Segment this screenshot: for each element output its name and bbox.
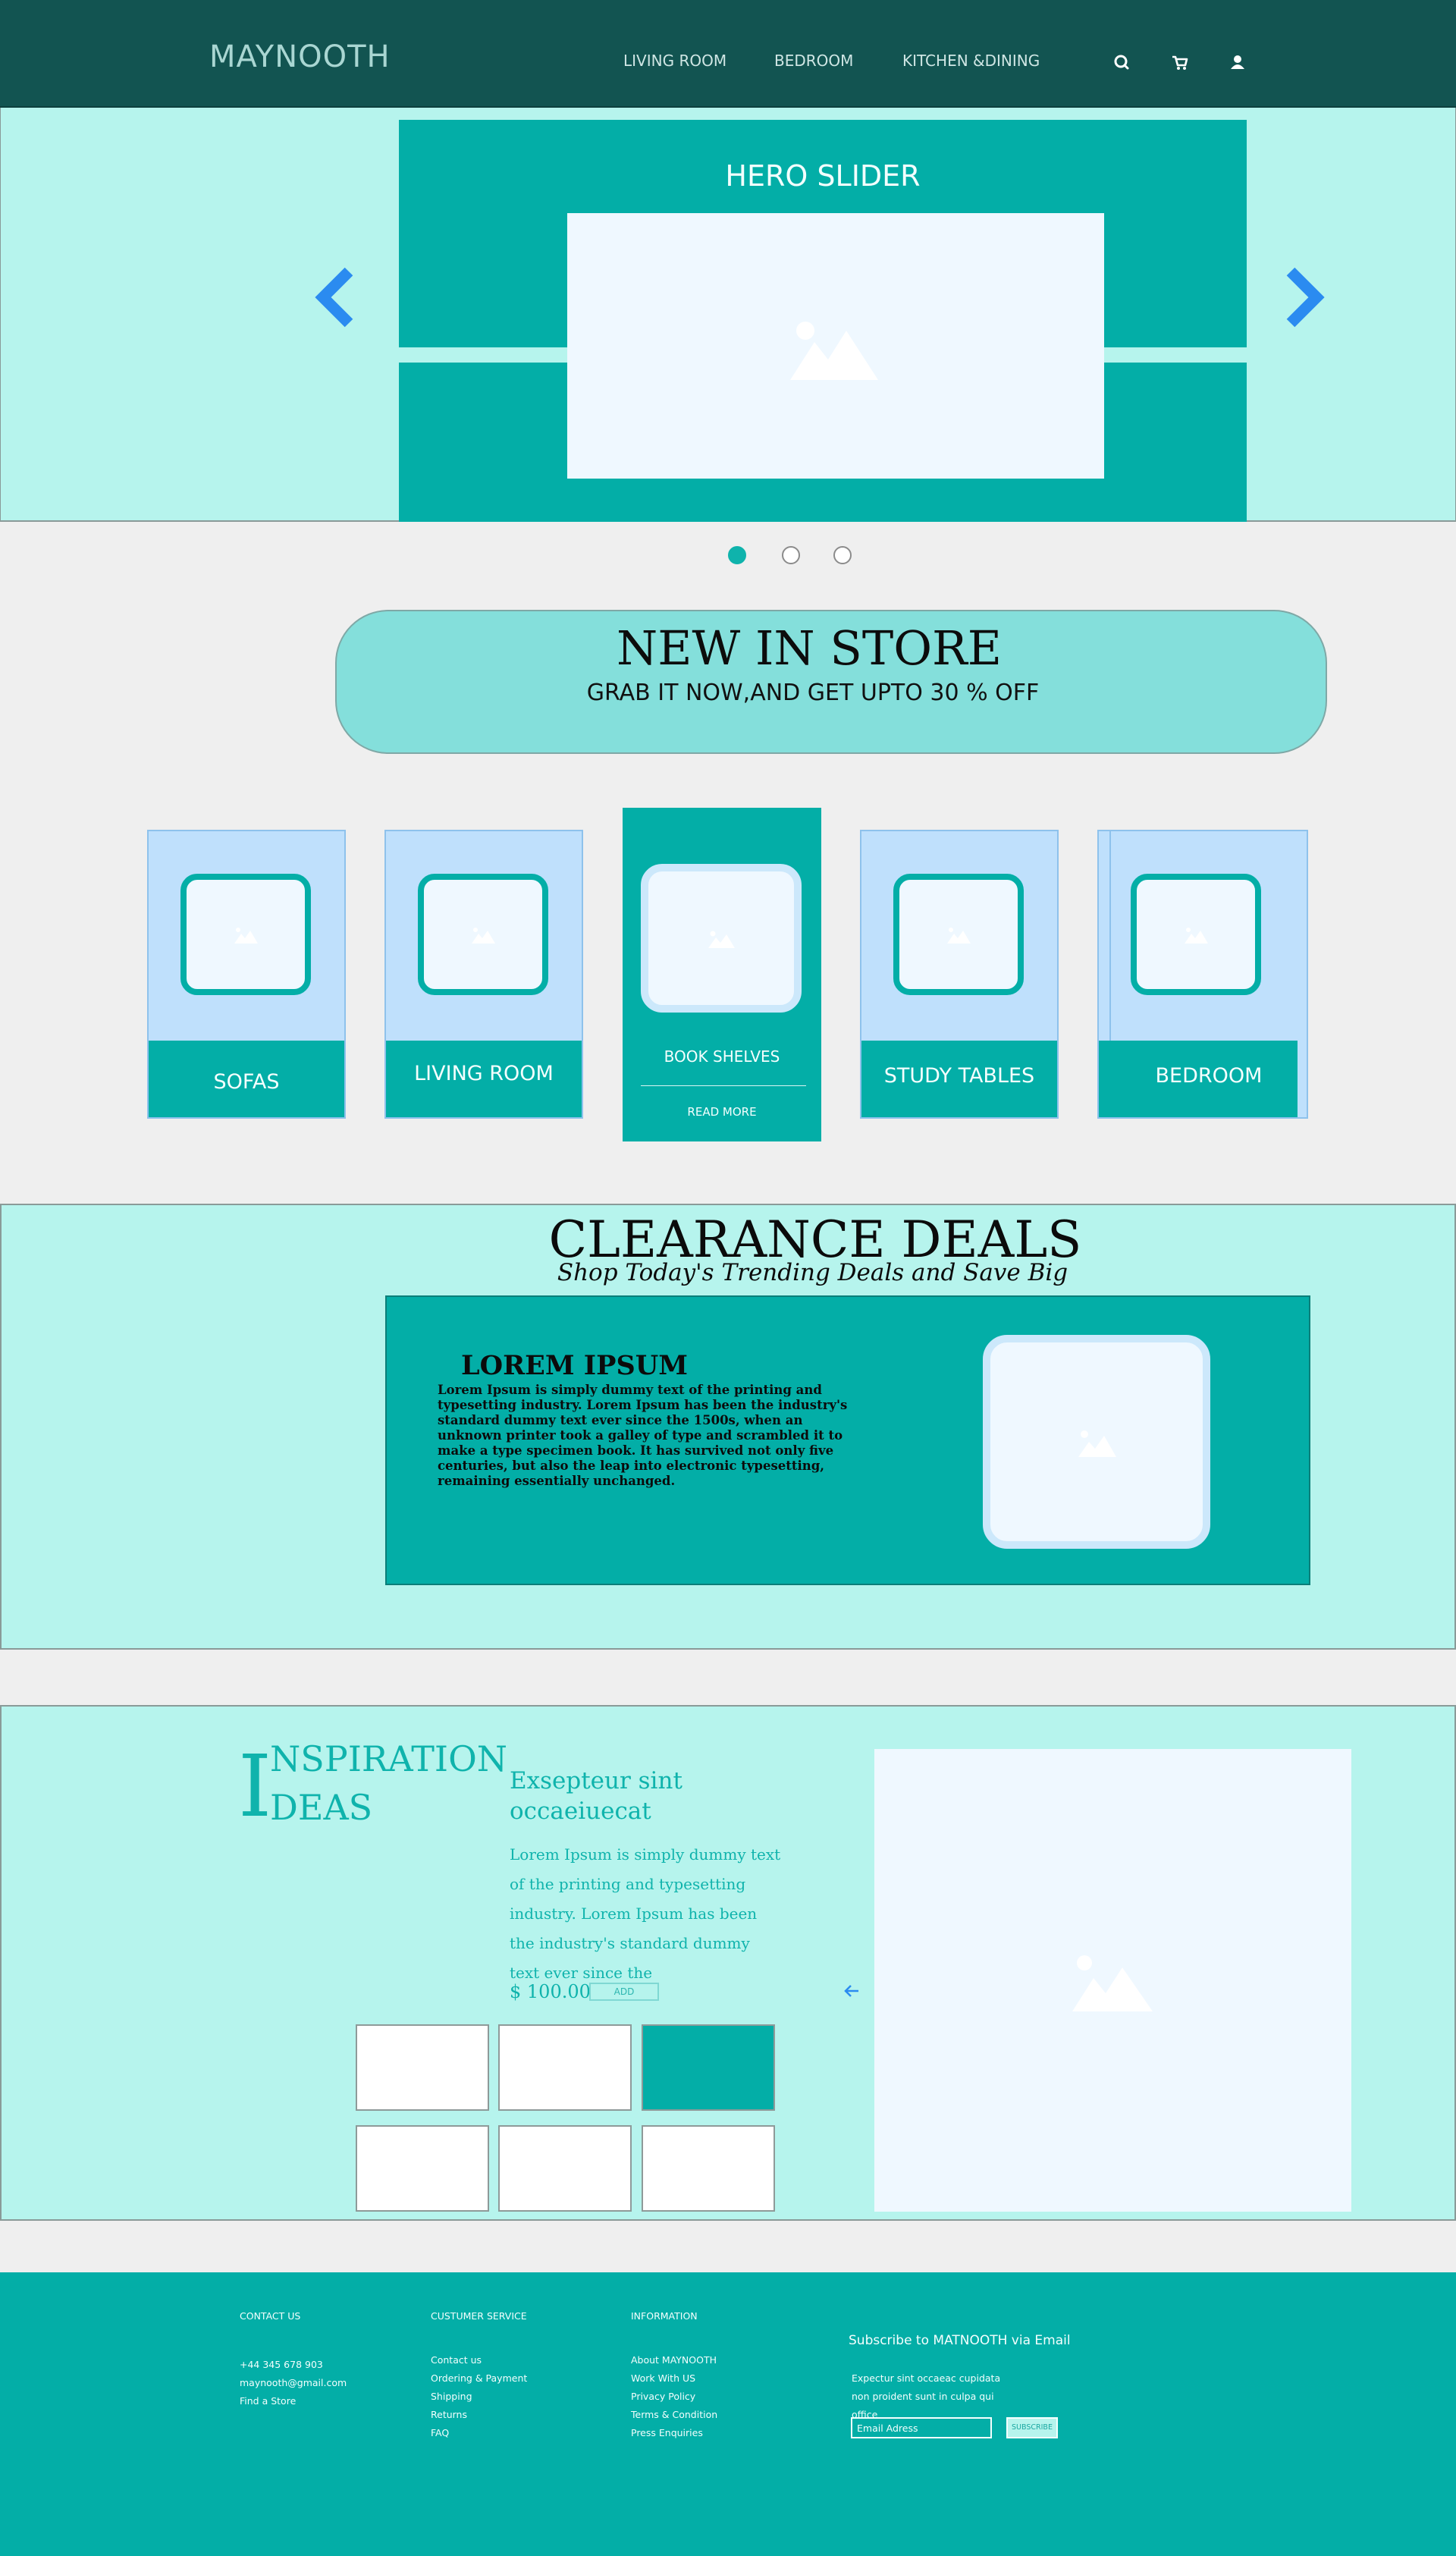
footer-link-work[interactable]: Work With US — [631, 2369, 695, 2388]
category-image — [418, 874, 548, 995]
divider — [641, 1085, 806, 1086]
category-image — [1131, 874, 1261, 995]
category-card-study-tables[interactable]: STUDY TABLES — [860, 830, 1059, 1119]
store-subtitle: GRAB IT NOW,AND GET UPTO 30 % OFF — [586, 680, 1040, 706]
footer-link-press[interactable]: Press Enquiries — [631, 2424, 703, 2442]
search-icon[interactable] — [1108, 49, 1135, 76]
category-card-book-shelves[interactable]: BOOK SHELVES READ MORE — [623, 808, 821, 1141]
image-placeholder-icon — [708, 931, 735, 948]
subscribe-button[interactable]: SUBSCRIBE — [1006, 2417, 1058, 2438]
hero-band-left — [399, 347, 567, 363]
logo[interactable]: MAYNOOTH — [209, 39, 391, 74]
category-card-living-room[interactable]: LIVING ROOM — [384, 830, 583, 1119]
footer-link-shipping[interactable]: Shipping — [431, 2388, 472, 2406]
image-placeholder-icon — [234, 928, 258, 944]
thumbnail-tile[interactable] — [498, 2024, 632, 2111]
footer-link-returns[interactable]: Returns — [431, 2406, 467, 2424]
category-label: BEDROOM — [1099, 1041, 1298, 1117]
clearance-heading: LOREM IPSUM — [461, 1350, 689, 1381]
inspiration-image — [874, 1749, 1351, 2212]
arrow-left-icon[interactable] — [840, 1980, 863, 2002]
category-card-sofas[interactable]: SOFAS — [147, 830, 346, 1119]
image-placeholder-icon — [1185, 928, 1208, 944]
category-image — [641, 864, 802, 1013]
prev-arrow-icon[interactable] — [311, 265, 356, 329]
footer-link-faq[interactable]: FAQ — [431, 2424, 449, 2442]
inspiration-initial: I — [238, 1738, 272, 1836]
footer-link-privacy[interactable]: Privacy Policy — [631, 2388, 695, 2406]
category-image — [180, 874, 311, 995]
image-placeholder-icon — [472, 928, 495, 944]
inspiration-text: Lorem Ipsum is simply dummy text of the … — [510, 1845, 781, 1982]
category-label: SOFAS — [149, 1041, 344, 1117]
footer-link-ordering[interactable]: Ordering & Payment — [431, 2369, 527, 2388]
nav-living-room[interactable]: LIVING ROOM — [623, 52, 726, 70]
hero-image — [567, 213, 1104, 479]
next-arrow-icon[interactable] — [1283, 265, 1329, 329]
footer-link-contact[interactable]: Contact us — [431, 2351, 482, 2369]
thumbnail-tile-active[interactable] — [642, 2024, 775, 2111]
category-label: BOOK SHELVES — [664, 1047, 780, 1066]
slider-dot-1[interactable] — [728, 546, 746, 564]
clearance-subtitle: Shop Today's Trending Deals and Save Big — [557, 1259, 1068, 1286]
subscribe-title: Subscribe to MATNOOTH via Email — [849, 2333, 1071, 2348]
image-placeholder-icon — [1072, 1955, 1153, 2011]
footer-contact-title: CONTACT US — [240, 2310, 301, 2322]
product-price: $ 100.00 — [510, 1981, 591, 2002]
footer-information-title: INFORMATION — [631, 2310, 698, 2322]
slider-dot-3[interactable] — [833, 546, 852, 564]
cart-icon[interactable] — [1166, 49, 1193, 76]
footer-find-store[interactable]: Find a Store — [240, 2392, 296, 2410]
nav-kitchen-dining[interactable]: KITCHEN &DINING — [902, 52, 1040, 70]
inspiration-title-line1: NSPIRATION — [270, 1738, 508, 1779]
category-label: LIVING ROOM — [386, 1041, 582, 1117]
inspiration-heading: Exsepteur sint occaeiuecat — [510, 1767, 682, 1825]
inspiration-title-line2: DEAS — [270, 1787, 373, 1828]
slider-dot-2[interactable] — [782, 546, 800, 564]
footer-link-terms[interactable]: Terms & Condition — [631, 2406, 717, 2424]
email-field[interactable] — [851, 2417, 992, 2438]
footer-email[interactable]: maynooth@gmail.com — [240, 2374, 347, 2392]
image-placeholder-icon — [1078, 1430, 1116, 1457]
site-footer — [0, 2272, 1456, 2556]
footer-link-about[interactable]: About MAYNOOTH — [631, 2351, 717, 2369]
thumbnail-tile[interactable] — [356, 2024, 489, 2111]
image-placeholder-icon — [947, 928, 971, 944]
thumbnail-tile[interactable] — [356, 2125, 489, 2212]
clearance-text: Lorem Ipsum is simply dummy text of the … — [438, 1383, 848, 1488]
category-card-bedroom[interactable]: BEDROOM — [1097, 830, 1308, 1119]
add-button[interactable]: ADD — [589, 1983, 659, 2001]
subscribe-text: Expectur sint occaeac cupidata non proid… — [852, 2372, 1001, 2420]
thumbnail-tile[interactable] — [498, 2125, 632, 2212]
store-title: NEW IN STORE — [617, 620, 1002, 676]
hero-band-right — [1104, 347, 1247, 363]
clearance-image[interactable] — [983, 1335, 1210, 1549]
user-icon[interactable] — [1224, 49, 1251, 76]
category-image — [893, 874, 1024, 995]
hero-title: HERO SLIDER — [725, 159, 921, 193]
category-label: STUDY TABLES — [861, 1041, 1057, 1117]
footer-phone: +44 345 678 903 — [240, 2359, 323, 2370]
image-placeholder-icon — [790, 322, 878, 380]
read-more-link[interactable]: READ MORE — [623, 1105, 821, 1119]
nav-bedroom[interactable]: BEDROOM — [774, 52, 853, 70]
footer-service-title: CUSTUMER SERVICE — [431, 2310, 527, 2322]
thumbnail-tile[interactable] — [642, 2125, 775, 2212]
